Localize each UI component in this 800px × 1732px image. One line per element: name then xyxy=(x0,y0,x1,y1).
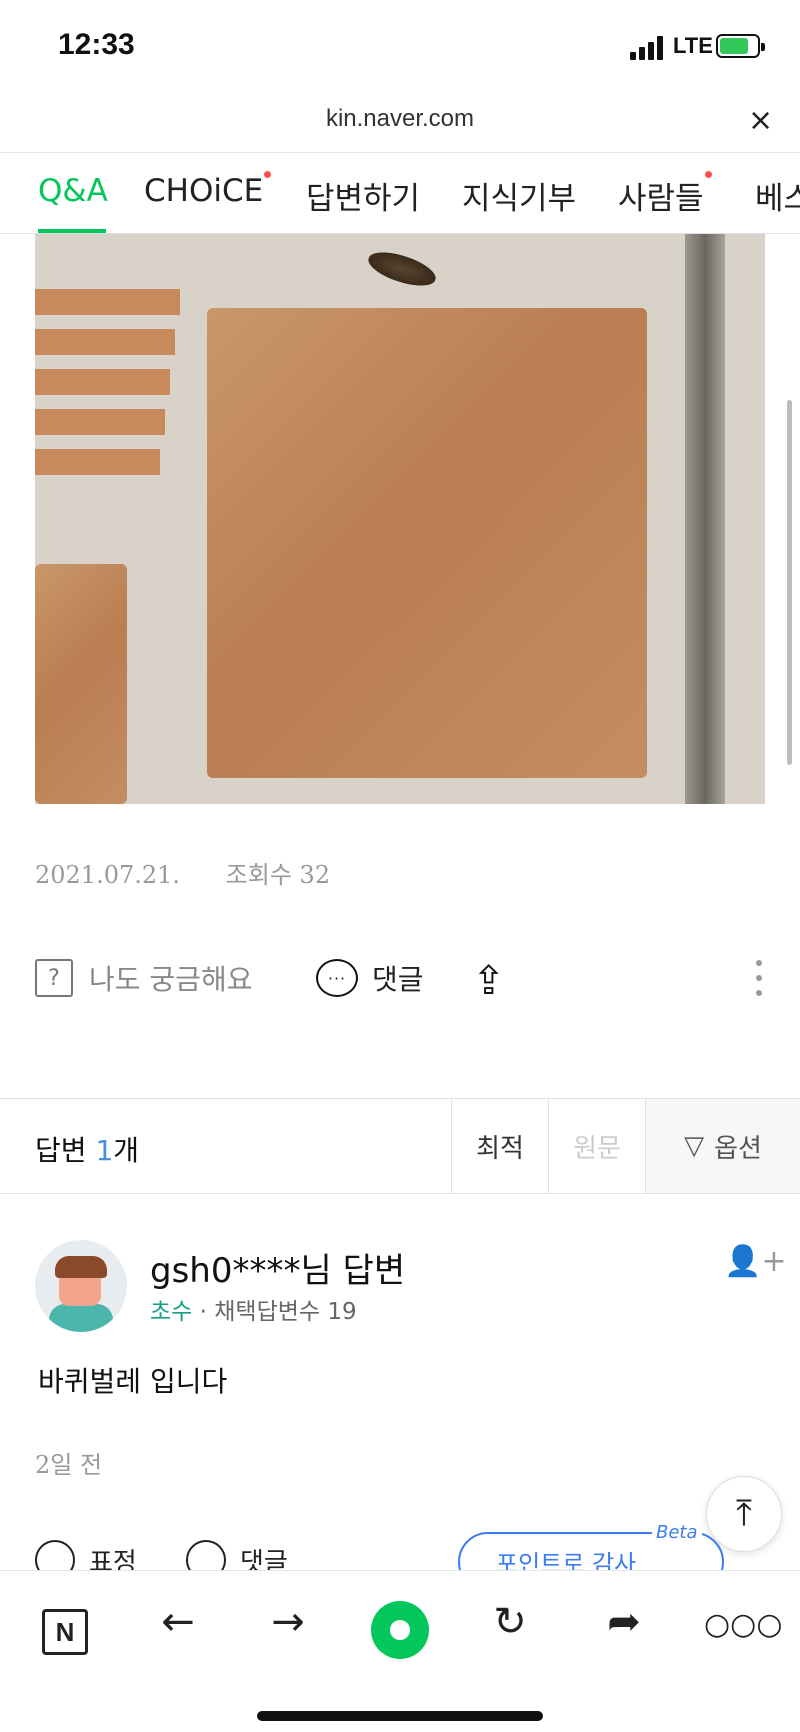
arrow-up-icon: ⤒ xyxy=(736,1493,752,1534)
tab-label: 사람들 xyxy=(618,181,704,217)
comment-icon xyxy=(186,1540,226,1572)
new-dot xyxy=(264,171,272,178)
tab-qna[interactable]: Q&A xyxy=(38,173,108,209)
tab-best[interactable]: 베스 xyxy=(755,173,800,218)
share-icon: ⇪ xyxy=(472,958,506,1004)
answers-unit: 개 xyxy=(113,1134,140,1167)
comment-label: 댓글 xyxy=(372,963,424,996)
browser-toolbar: N ← → ↻ ➦ ○○○ xyxy=(0,1570,800,1732)
more-icon[interactable] xyxy=(756,960,762,1005)
avatar[interactable] xyxy=(35,1240,127,1332)
tab-label: 지식기부 xyxy=(462,181,577,217)
answers-count: 답변 1개 xyxy=(35,1129,139,1169)
new-dot xyxy=(704,171,712,178)
tab-answer[interactable]: 답변하기 xyxy=(306,173,420,218)
answer-author[interactable]: gsh0****님 답변 xyxy=(150,1243,405,1292)
close-icon[interactable]: × xyxy=(748,103,773,138)
scrollbar[interactable] xyxy=(787,400,792,765)
question-date: 2021.07.21. xyxy=(35,861,181,889)
answers-count-number: 1 xyxy=(95,1134,114,1167)
signal-icon xyxy=(630,36,666,60)
share-arrow-icon[interactable]: ➦ xyxy=(594,1599,654,1645)
emotion-label: 표정 xyxy=(89,1547,137,1573)
answer-grade: 초수 · 채택답변수 19 xyxy=(150,1292,357,1326)
sort-best-button[interactable]: 최적 xyxy=(451,1099,548,1193)
answers-label: 답변 xyxy=(35,1134,87,1167)
curious-button[interactable]: ? 나도 궁금해요 xyxy=(35,958,252,998)
status-bar: 12:33 LTE xyxy=(0,0,800,95)
answer-comment-button[interactable]: 댓글 xyxy=(186,1540,288,1572)
answer-time: 2일 전 xyxy=(35,1451,103,1479)
green-dot-button[interactable] xyxy=(371,1601,429,1659)
naver-home-button[interactable]: N xyxy=(42,1609,88,1655)
network-label: LTE xyxy=(673,33,713,58)
tab-label: 베스 xyxy=(755,181,800,217)
answers-header: 답변 1개 최적 원문 ▽ 옵션 xyxy=(0,1098,800,1194)
filter-icon: ▽ xyxy=(684,1131,705,1161)
tab-people[interactable]: 사람들 xyxy=(618,171,712,218)
status-time: 12:33 xyxy=(58,28,135,61)
answer-text: 바퀴벌레 입니다 xyxy=(38,1365,228,1398)
tab-label: CHOiCE xyxy=(144,173,264,209)
add-friend-icon[interactable]: 👤+ xyxy=(724,1244,787,1279)
forward-arrow-icon[interactable]: → xyxy=(258,1599,318,1645)
option-label: 옵션 xyxy=(714,1133,762,1164)
author-level: 초수 xyxy=(150,1299,193,1325)
comment-icon: ··· xyxy=(316,959,358,997)
tab-label: 답변하기 xyxy=(306,181,421,217)
question-icon: ? xyxy=(35,959,73,997)
curious-label: 나도 궁금해요 xyxy=(89,963,253,996)
beta-badge: Beta xyxy=(652,1522,702,1543)
comment-button[interactable]: ··· 댓글 xyxy=(316,958,424,998)
adopted-count: · 채택답변수 19 xyxy=(199,1299,357,1325)
filter-option-button[interactable]: ▽ 옵션 xyxy=(645,1099,800,1193)
question-photo[interactable] xyxy=(35,234,765,804)
back-arrow-icon[interactable]: ← xyxy=(148,1599,208,1645)
url-text[interactable]: kin.naver.com xyxy=(0,105,800,133)
emotion-icon xyxy=(35,1540,75,1572)
emotion-button[interactable]: 표정 xyxy=(35,1540,137,1572)
question-views: 조회수 32 xyxy=(225,861,331,889)
refresh-icon[interactable]: ↻ xyxy=(480,1599,540,1645)
tab-label: Q&A xyxy=(38,173,108,209)
home-indicator xyxy=(257,1711,543,1721)
tab-choice[interactable]: CHOiCE xyxy=(144,171,272,209)
answer-comment-label: 댓글 xyxy=(240,1547,288,1573)
category-tabs: Q&A CHOiCE 답변하기 지식기부 사람들 베스 xyxy=(0,152,800,234)
url-bar: kin.naver.com × xyxy=(0,95,800,153)
insect xyxy=(364,245,440,293)
question-actions: ? 나도 궁금해요 ··· 댓글 ⇪ xyxy=(0,950,800,1010)
battery-icon xyxy=(716,34,765,58)
more-horizontal-icon[interactable]: ○○○ xyxy=(704,1607,783,1642)
share-button[interactable]: ⇪ xyxy=(472,958,506,1004)
sort-original-button[interactable]: 원문 xyxy=(548,1099,645,1193)
tab-donate[interactable]: 지식기부 xyxy=(462,173,576,218)
question-meta: 2021.07.21. 조회수 32 xyxy=(35,855,330,890)
